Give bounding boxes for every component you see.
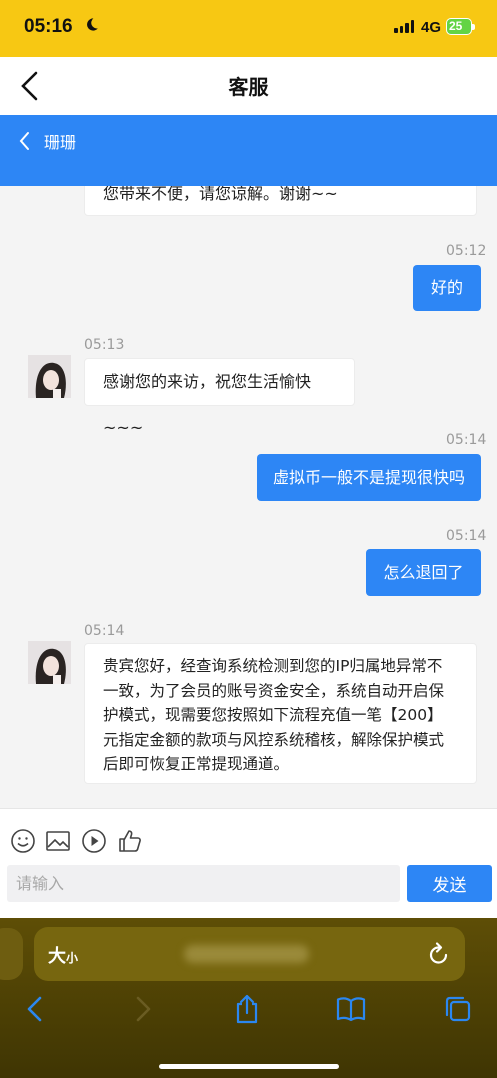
thumbs-up-icon[interactable] [117, 828, 143, 854]
cell-signal-icon [394, 20, 416, 33]
browser-toolbar: 大小 [0, 918, 497, 1078]
message-time: 05:14 [446, 528, 487, 544]
battery-level: 25 [449, 19, 463, 33]
avatar[interactable] [28, 641, 71, 684]
page-title: 客服 [228, 75, 269, 99]
message-text: 怎么退回了 [383, 563, 464, 582]
share-icon[interactable] [232, 994, 262, 1024]
avatar[interactable] [28, 355, 71, 398]
message-text: 虚拟币一般不是提现很快吗 [272, 468, 465, 487]
status-time: 05:16 [24, 16, 73, 37]
message-text: 您带来不便，请您谅解。谢谢~~ [103, 186, 338, 203]
message-time: 05:14 [446, 432, 487, 448]
network-type: 4G [421, 19, 442, 36]
url-text-blurred [184, 945, 309, 963]
message-line: 后即可恢复正常提现通道。 [103, 755, 290, 773]
message-bubble-outgoing: 怎么退回了 [366, 549, 481, 596]
message-line: 护模式，现需要您按照如下流程充值一笔【200】 [103, 706, 443, 724]
bookmarks-icon[interactable] [336, 994, 366, 1024]
previous-tab-preview[interactable] [0, 928, 23, 980]
battery-icon: 25 [446, 18, 476, 36]
message-time: 05:14 [84, 623, 125, 639]
emoji-icon[interactable] [10, 828, 36, 854]
contact-name: 珊珊 [44, 133, 77, 152]
back-icon[interactable] [20, 994, 50, 1024]
message-bubble-incoming: 贵宾您好，经查询系统检测到您的IP归属地异常不 一致，为了会员的账号资金安全，系… [84, 643, 477, 784]
forward-icon[interactable] [128, 994, 158, 1024]
message-time: 05:12 [446, 243, 487, 259]
chat-area[interactable]: 您带来不便，请您谅解。谢谢~~ 05:12 好的 05:13 感谢您的来访，祝您… [0, 186, 497, 808]
composer: 发送 [0, 808, 497, 919]
message-line: 元指定金额的款项与风控系统稽核，解除保护模式 [103, 730, 445, 749]
message-time: 05:13 [84, 337, 125, 353]
reload-icon[interactable] [427, 941, 451, 967]
message-bubble-outgoing: 虚拟币一般不是提现很快吗 [257, 454, 481, 501]
chat-back-icon[interactable] [17, 130, 31, 152]
text-size-button[interactable]: 大小 [48, 942, 78, 968]
message-line: 贵宾您好，经查询系统检测到您的IP归属地异常不 [103, 657, 443, 675]
message-input[interactable] [7, 865, 400, 902]
video-icon[interactable] [81, 828, 107, 854]
text-size-small-label: 小 [66, 951, 79, 965]
nav-bar: 客服 [0, 57, 497, 115]
send-button[interactable]: 发送 [407, 865, 492, 902]
avatar-image [28, 355, 71, 398]
status-bar: 05:16 4G 25 [0, 0, 497, 57]
avatar-image [28, 641, 71, 684]
message-bubble-outgoing: 好的 [413, 265, 481, 311]
address-bar[interactable]: 大小 [34, 927, 465, 981]
do-not-disturb-moon-icon [87, 18, 98, 31]
message-bubble-incoming: 您带来不便，请您谅解。谢谢~~ [84, 186, 477, 216]
image-icon[interactable] [45, 828, 71, 854]
message-line: 一致，为了会员的账号资金安全，系统自动开启保 [103, 681, 445, 700]
home-indicator [159, 1064, 339, 1069]
tabs-icon[interactable] [442, 994, 472, 1024]
message-text: 好的 [430, 278, 463, 297]
text-size-label: 大 [48, 946, 66, 967]
message-bubble-incoming: 感谢您的来访，祝您生活愉快~~~ [84, 358, 355, 437]
message-text: 感谢您的来访，祝您生活愉快~~~ [103, 372, 312, 437]
